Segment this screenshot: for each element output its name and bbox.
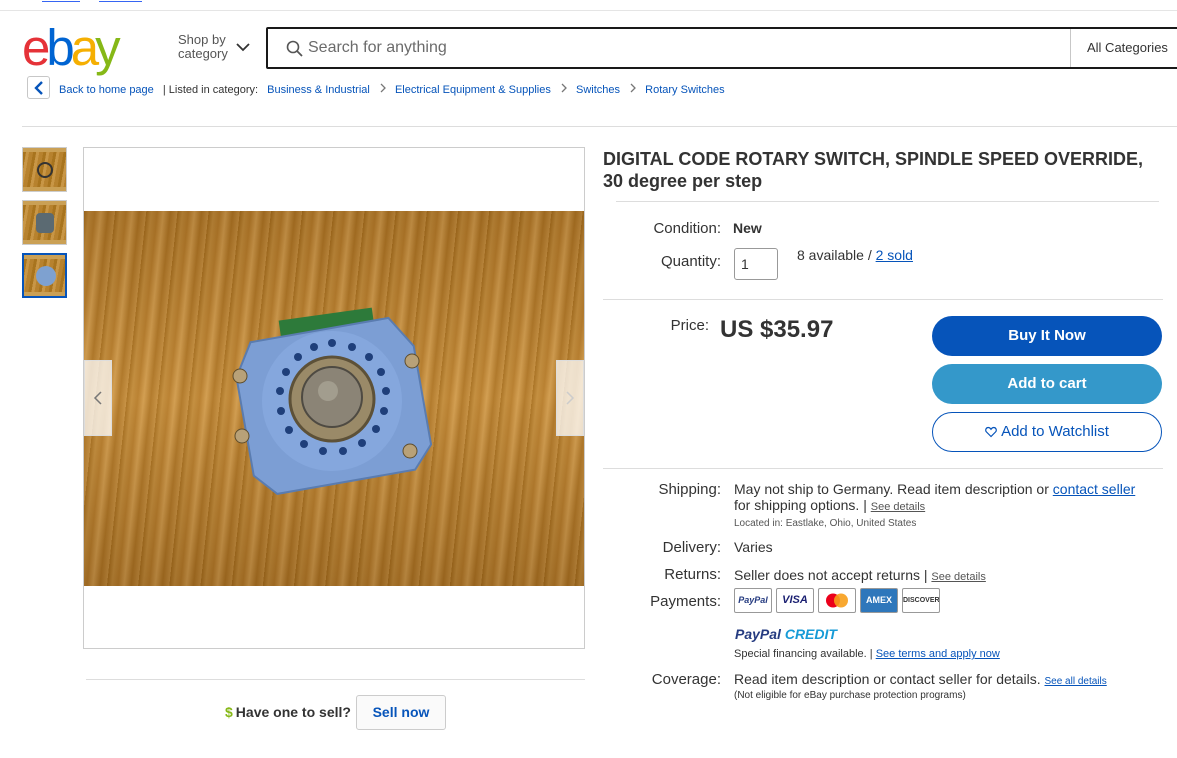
divider xyxy=(603,468,1163,469)
have-one-to-sell: $ Have one to sell? xyxy=(225,704,351,720)
chevron-right-icon xyxy=(380,83,386,93)
top-nav-link-fragment[interactable] xyxy=(42,0,80,2)
paypal-icon: PayPal xyxy=(734,588,772,613)
sell-now-button[interactable]: Sell now xyxy=(356,695,446,730)
returns-see-details-link[interactable]: See details xyxy=(931,571,985,583)
chevron-down-icon[interactable] xyxy=(236,40,250,54)
chevron-right-icon xyxy=(566,391,575,405)
back-to-home-link[interactable]: Back to home page xyxy=(59,84,154,96)
shipping-see-details-link[interactable]: See details xyxy=(871,501,925,513)
divider xyxy=(22,126,1177,127)
quantity-label: Quantity: xyxy=(660,253,721,270)
coverage-value: Read item description or contact seller … xyxy=(734,671,1107,687)
buy-it-now-button[interactable]: Buy It Now xyxy=(932,316,1162,356)
add-to-cart-button[interactable]: Add to cart xyxy=(932,364,1162,404)
discover-icon: DISCOVER xyxy=(902,588,940,613)
visa-icon: VISA xyxy=(776,588,814,613)
breadcrumb-item[interactable]: Rotary Switches xyxy=(645,84,724,96)
listed-in-label: | Listed in category: xyxy=(162,84,259,97)
special-financing: Special financing available. | See terms… xyxy=(734,648,1000,660)
dollar-icon: $ xyxy=(225,704,233,720)
main-image-viewer xyxy=(83,147,585,649)
item-location: Located in: Eastlake, Ohio, United State… xyxy=(734,518,917,529)
paypal-credit-logo: PayPal CREDIT xyxy=(735,626,837,642)
thumbnail-image[interactable] xyxy=(22,200,67,245)
chevron-left-icon xyxy=(34,81,43,95)
price-label: Price: xyxy=(670,317,709,334)
see-all-details-link[interactable]: See all details xyxy=(1044,676,1106,687)
price-value: US $35.97 xyxy=(720,316,834,343)
top-nav-strip xyxy=(0,0,1177,11)
divider xyxy=(86,679,585,680)
thumbnail-image[interactable] xyxy=(22,147,67,192)
search-bar: All Categories xyxy=(266,27,1177,69)
breadcrumb: Back to home page | Listed in category: … xyxy=(59,83,725,96)
breadcrumb-item[interactable]: Electrical Equipment & Supplies xyxy=(395,84,551,96)
top-nav-link-fragment[interactable] xyxy=(99,0,142,2)
condition-value: New xyxy=(733,220,762,236)
chevron-left-icon xyxy=(93,391,102,405)
delivery-label: Delivery: xyxy=(662,539,721,556)
returns-label: Returns: xyxy=(664,566,721,583)
product-photo[interactable] xyxy=(84,211,584,586)
breadcrumb-item[interactable]: Business & Industrial xyxy=(267,84,370,96)
availability: 8 available / 2 sold xyxy=(797,247,913,263)
mastercard-icon xyxy=(818,588,856,613)
coverage-note: (Not eligible for eBay purchase protecti… xyxy=(734,690,966,701)
shipping-label: Shipping: xyxy=(658,481,721,498)
add-to-watchlist-button[interactable]: Add to Watchlist xyxy=(932,412,1162,452)
contact-seller-link[interactable]: contact seller xyxy=(1053,481,1135,497)
item-title: DIGITAL CODE ROTARY SWITCH, SPINDLE SPEE… xyxy=(603,149,1144,191)
quantity-input[interactable]: 1 xyxy=(734,248,778,280)
heart-icon xyxy=(985,426,997,438)
ebay-logo[interactable]: ebay xyxy=(22,22,121,74)
chevron-right-icon xyxy=(630,83,637,93)
thumbnail-image-selected[interactable] xyxy=(22,253,67,298)
payments-label: Payments: xyxy=(650,593,721,610)
divider xyxy=(616,201,1159,202)
see-terms-link[interactable]: See terms and apply now xyxy=(876,648,1000,660)
previous-image-button[interactable] xyxy=(84,360,112,436)
shipping-value: May not ship to Germany. Read item descr… xyxy=(734,481,1136,513)
next-image-button[interactable] xyxy=(556,360,584,436)
chevron-right-icon xyxy=(561,83,567,93)
returns-value: Seller does not accept returns | See det… xyxy=(734,567,986,583)
sold-link[interactable]: 2 sold xyxy=(876,247,913,263)
breadcrumb-item[interactable]: Switches xyxy=(576,84,620,96)
delivery-value: Varies xyxy=(734,539,773,555)
amex-icon: AMEX xyxy=(860,588,898,613)
search-input[interactable] xyxy=(308,29,1068,67)
rotary-switch-image xyxy=(232,307,433,495)
search-icon xyxy=(286,40,303,57)
shop-by-category[interactable]: Shop by category xyxy=(178,33,228,61)
condition-label: Condition: xyxy=(653,220,721,237)
category-select[interactable]: All Categories xyxy=(1070,29,1177,67)
coverage-label: Coverage: xyxy=(651,671,721,688)
divider xyxy=(603,299,1163,300)
back-button[interactable] xyxy=(27,76,50,99)
